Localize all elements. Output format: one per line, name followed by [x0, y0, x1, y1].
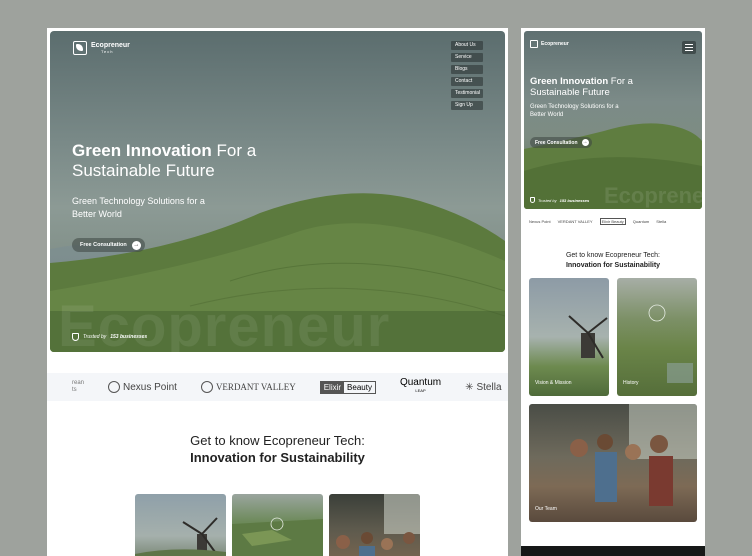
mobile-about-line2: Innovation for Sustainability [565, 262, 661, 269]
mobile-hero: Ecopreneur Green Innovation For a Sustai… [524, 31, 702, 209]
desktop-mockup: Ecopreneur Tech About Us Service Blogs C… [47, 28, 508, 556]
fields-image [232, 517, 323, 556]
mobile-arrow-right-icon: → [581, 139, 589, 146]
about-cards [135, 494, 420, 556]
logo-elixir-b: Beauty [347, 382, 372, 392]
card-vision-mission[interactable] [135, 494, 226, 556]
hamburger-menu-icon[interactable] [682, 41, 696, 54]
nav-testimonial[interactable]: Testimonial [451, 89, 483, 98]
mobile-card-our-team[interactable]: Our Team [529, 404, 697, 522]
nexus-icon [108, 381, 121, 393]
free-consultation-button[interactable]: Free Consultation → [72, 238, 145, 252]
mobile-logo-nexus: Nexus Point [529, 219, 551, 224]
logo-nexus-point: Nexus Point [108, 381, 177, 393]
verdant-icon [200, 381, 213, 393]
mobile-about-line1: Get to know Ecopreneur Tech: [565, 252, 661, 259]
logo-quantum-sub: LEAP [415, 388, 426, 393]
nav-contact[interactable]: Contact [451, 77, 483, 86]
mobile-cta-label: Free Consultation [535, 139, 578, 146]
card-history[interactable] [232, 494, 323, 556]
mobile-windmill-image [568, 315, 608, 359]
logo-quantum-leap: Quantum LEAP [400, 378, 441, 395]
nav-blogs[interactable]: Blogs [451, 65, 483, 74]
mobile-trusted-count: 153 businesses [559, 197, 590, 203]
mobile-card-label-history: History [623, 380, 639, 386]
hero-watermark: Ecopreneur [58, 294, 391, 352]
mobile-logo-stella: Stella [656, 219, 667, 224]
about-line2: Innovation for Sustainability [190, 450, 365, 465]
arrow-right-icon: → [131, 240, 141, 250]
about-line1: Get to know Ecopreneur Tech: [190, 433, 365, 448]
logo-elixir-a: Elixir [320, 381, 345, 393]
about-heading: Get to know Ecopreneur Tech: Innovation … [47, 432, 508, 466]
hero-section: Ecopreneur Tech About Us Service Blogs C… [50, 31, 505, 352]
hero-title-bold: Green Innovation [72, 141, 212, 160]
mobile-card-vision-mission[interactable]: Vision & Mission [529, 278, 609, 396]
leaf-logo-icon [73, 41, 87, 55]
mobile-watermark: Ecopreneur [604, 183, 702, 208]
stella-icon: ✳ [465, 381, 474, 393]
hero-title: Green Innovation For a Sustainable Futur… [72, 141, 302, 181]
mobile-hero-subtitle: Green Technology Solutions for a Better … [530, 104, 619, 118]
mobile-partner-logos: Nexus Point VERDANT VALLEY Elixir Beauty… [529, 218, 666, 225]
trusted-badge: Trusted by 153 businesses [72, 333, 147, 341]
brand-name: Ecopreneur [91, 42, 130, 49]
mobile-brand-logo[interactable]: Ecopreneur [530, 40, 569, 48]
mobile-mockup: Ecopreneur Green Innovation For a Sustai… [521, 28, 705, 556]
nav-service[interactable]: Service [451, 53, 483, 62]
mobile-brand-name: Ecopreneur [541, 41, 569, 47]
mobile-card-label-vision: Vision & Mission [535, 380, 572, 386]
mobile-logo-verdant: VERDANT VALLEY [557, 219, 593, 224]
mobile-shield-icon [530, 197, 535, 203]
nav-about-us[interactable]: About Us [451, 41, 483, 50]
partial-logo: rean ts [72, 380, 85, 393]
mobile-footer-strip [521, 546, 705, 556]
brand-sub: Tech [101, 49, 114, 54]
logo-elixir-beauty: Elixir Beauty [319, 380, 376, 394]
partner-logos-strip: rean ts Nexus Point VERDANT VALLEY Elixir… [47, 373, 508, 401]
logo-verdant-valley: VERDANT VALLEY [200, 381, 296, 393]
team-image [336, 494, 420, 556]
mobile-trusted-badge: Trusted by 153 businesses [530, 197, 589, 203]
hero-subtitle: Green Technology Solutions for a Better … [72, 196, 205, 219]
mobile-team-image [570, 404, 697, 506]
mobile-leaf-logo-icon [530, 40, 538, 48]
shield-icon [72, 333, 79, 341]
mobile-logo-quantum: Quantum [632, 219, 650, 224]
mobile-hero-title: Green Innovation For a Sustainable Futur… [530, 76, 650, 98]
logo-stella-label: Stella [476, 381, 502, 393]
windmill-image [135, 517, 226, 556]
mobile-card-history[interactable]: History [617, 278, 697, 396]
mobile-about-heading: Get to know Ecopreneur Tech: Innovation … [521, 251, 705, 271]
nav-menu: About Us Service Blogs Contact Testimoni… [451, 41, 483, 110]
card-our-team[interactable] [329, 494, 420, 556]
mobile-free-consultation-button[interactable]: Free Consultation → [530, 137, 592, 148]
cta-label: Free Consultation [80, 242, 127, 248]
trusted-prefix: Trusted by [83, 334, 107, 340]
logo-stella: ✳ Stella [465, 382, 501, 393]
logo-verdant-label: VERDANT VALLEY [215, 382, 296, 392]
mobile-card-label-team: Our Team [535, 506, 557, 512]
mobile-trusted-prefix: Trusted by [538, 197, 557, 203]
mobile-logo-elixir: Elixir Beauty [599, 218, 626, 225]
trusted-count: 153 businesses [110, 334, 148, 340]
mobile-title-bold: Green Innovation [530, 76, 609, 87]
brand-logo[interactable]: Ecopreneur Tech [73, 41, 130, 55]
mobile-fields-image [648, 304, 693, 383]
nav-sign-up[interactable]: Sign Up [451, 101, 483, 110]
logo-nexus-label: Nexus Point [123, 381, 177, 393]
